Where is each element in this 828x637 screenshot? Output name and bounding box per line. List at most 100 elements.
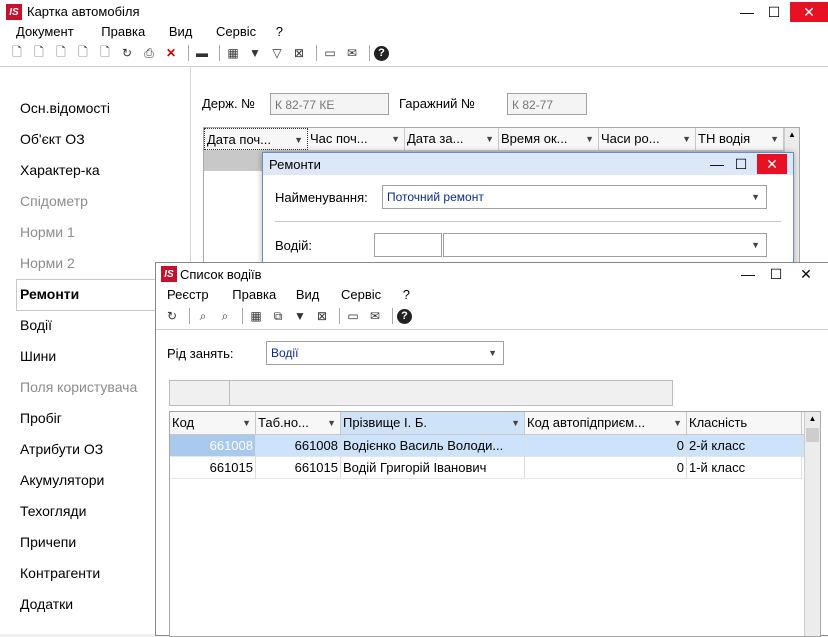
sidebar-item-repairs[interactable]: Ремонти (20, 286, 79, 302)
menu-edit[interactable]: Правка (232, 287, 276, 302)
menu-document[interactable]: Документ (16, 24, 74, 39)
sidebar-item-inspections[interactable]: Техогляди (20, 503, 86, 519)
minimize-button[interactable]: — (733, 2, 761, 22)
table-icon[interactable]: ▦ (247, 307, 265, 325)
col-start-time[interactable]: Час поч... ▼ (308, 128, 405, 150)
occupation-label: Рід занять: (167, 346, 234, 361)
clear-filter-icon[interactable]: ⊠ (313, 307, 331, 325)
mail-icon[interactable]: ✉ (366, 307, 384, 325)
col-driver-tn[interactable]: ТН водія ▼ (696, 128, 784, 150)
sidebar-item-tires[interactable]: Шини (20, 348, 56, 364)
search-next-icon[interactable]: ⌕ (216, 307, 234, 325)
maximize-button[interactable]: ☐ (760, 2, 788, 22)
repairs-close-button[interactable]: ✕ (757, 154, 787, 174)
table-icon[interactable]: ▦ (224, 44, 242, 62)
sidebar-item-speedometer[interactable]: Спідометр (20, 193, 88, 209)
drivers-grid-scrollbar[interactable]: ▲ (804, 412, 820, 636)
help-icon[interactable]: ? (374, 45, 389, 61)
col-full-name[interactable]: Прізвище І. Б. ▼ (341, 412, 525, 434)
col-start-date[interactable]: Дата поч... ▼ (204, 128, 308, 150)
search-code-field[interactable] (169, 380, 230, 406)
state-number-field[interactable]: К 82-77 КЕ (270, 93, 389, 115)
repairs-divider (275, 221, 781, 222)
occupation-select-value: Водії (271, 346, 299, 360)
menu-service[interactable]: Сервіс (216, 24, 256, 39)
menu-edit[interactable]: Правка (101, 24, 145, 39)
garage-number-field[interactable]: К 82-77 (507, 93, 587, 115)
sidebar-item-user-fields[interactable]: Поля користувача (20, 379, 137, 395)
delete-doc-icon[interactable]: 🗋 (52, 44, 70, 62)
calculator-icon[interactable]: ▭ (344, 307, 362, 325)
scroll-thumb[interactable] (806, 428, 819, 442)
search-text-field[interactable] (229, 380, 673, 406)
drivers-minimize-button[interactable]: — (734, 264, 762, 284)
drivers-title-bar: IS Список водіїв — ☐ ✕ (156, 263, 828, 285)
drivers-grid-header: Код ▼ Таб.но... ▼ Прізвище І. Б. ▼ Код авто… (170, 412, 820, 435)
scroll-up-icon[interactable]: ▲ (785, 128, 799, 142)
main-title-bar: IS Картка автомобіля — ☐ ✕ (0, 0, 828, 24)
drivers-close-button[interactable]: ✕ (792, 264, 820, 284)
repairs-grid-header: Дата поч... ▼ Час поч... ▼ Дата за... ▼ Вре… (204, 128, 799, 151)
sidebar-item-norms-2[interactable]: Норми 2 (20, 255, 75, 271)
sidebar-item-batteries[interactable]: Акумулятори (20, 472, 104, 488)
doc-up-icon[interactable]: 🗋 (74, 44, 92, 62)
refresh-icon[interactable]: ↻ (118, 44, 136, 62)
scroll-up-icon[interactable]: ▲ (805, 412, 820, 426)
help-icon[interactable]: ? (397, 308, 412, 324)
mail-icon[interactable]: ✉ (343, 44, 361, 62)
new-copy-icon[interactable]: 🗋 (30, 44, 48, 62)
doc-down-icon[interactable]: 🗋 (96, 44, 114, 62)
driver-code-field[interactable] (374, 233, 442, 257)
menu-registry[interactable]: Реєстр (167, 287, 209, 302)
delete-icon[interactable]: ✕ (162, 44, 180, 62)
close-button[interactable]: ✕ (790, 2, 828, 22)
menu-help[interactable]: ? (403, 287, 410, 302)
calculator-icon[interactable]: ▭ (321, 44, 339, 62)
occupation-select[interactable]: Водії ▼ (266, 341, 504, 365)
monitor-icon[interactable]: ▬ (193, 44, 211, 62)
menu-view[interactable]: Вид (296, 287, 320, 302)
table-row[interactable]: 661008 661008 Водієнко Василь Володи... … (170, 435, 820, 457)
drivers-menu-bar: Реєстр Правка Вид Сервіс ? (167, 287, 428, 302)
name-select[interactable]: Поточний ремонт ▼ (382, 185, 767, 209)
sidebar-item-main-info[interactable]: Осн.відомості (20, 100, 110, 116)
new-document-icon[interactable]: 🗋 (8, 44, 26, 62)
sort-arrow-icon: ▼ (391, 134, 400, 144)
sidebar-item-mileage[interactable]: Пробіг (20, 410, 62, 426)
sort-filter-icon[interactable]: ▽ (268, 44, 286, 62)
sidebar-item-characteristics[interactable]: Характер-ка (20, 162, 100, 178)
menu-view[interactable]: Вид (169, 24, 193, 39)
repairs-title-bar: Ремонти — ☐ ✕ (263, 153, 793, 175)
print-icon[interactable]: ⎙ (140, 44, 158, 62)
sidebar-item-norms-1[interactable]: Норми 1 (20, 224, 75, 240)
col-end-time[interactable]: Время ок... ▼ (499, 128, 599, 150)
toolbar-separator (189, 308, 190, 324)
refresh-icon[interactable]: ↻ (163, 307, 181, 325)
col-enterprise-code[interactable]: Код автопідприєм... ▼ (525, 412, 687, 434)
driver-name-select[interactable]: ▼ (443, 233, 767, 257)
sidebar-item-drivers[interactable]: Водії (20, 317, 52, 333)
col-work-hours[interactable]: Часи ро... ▼ (599, 128, 696, 150)
sidebar-item-contractors[interactable]: Контрагенти (20, 565, 100, 581)
menu-service[interactable]: Сервіс (341, 287, 381, 302)
sidebar-item-os-object[interactable]: Об'єкт ОЗ (20, 131, 85, 147)
drivers-grid: Код ▼ Таб.но... ▼ Прізвище І. Б. ▼ Код авто… (169, 411, 821, 637)
col-class[interactable]: Класність (687, 412, 802, 434)
repairs-maximize-button[interactable]: ☐ (727, 154, 755, 174)
main-menu-bar: Документ Правка Вид Сервіс ? (16, 24, 301, 40)
clear-filter-icon[interactable]: ⊠ (290, 44, 308, 62)
sidebar-item-trailers[interactable]: Причепи (20, 534, 76, 550)
col-end-date[interactable]: Дата за... ▼ (405, 128, 499, 150)
drivers-maximize-button[interactable]: ☐ (762, 264, 790, 284)
filter-icon[interactable]: ▼ (246, 44, 264, 62)
copy-icon[interactable]: ⧉ (269, 307, 287, 325)
sidebar-item-os-attributes[interactable]: Атрибути ОЗ (20, 441, 103, 457)
col-code[interactable]: Код ▼ (170, 412, 256, 434)
search-icon[interactable]: ⌕ (194, 307, 212, 325)
filter-icon[interactable]: ▼ (291, 307, 309, 325)
menu-help[interactable]: ? (276, 24, 283, 39)
sidebar-item-appendices[interactable]: Додатки (20, 596, 73, 612)
col-tab-number[interactable]: Таб.но... ▼ (256, 412, 341, 434)
table-row[interactable]: 661015 661015 Водій Григорій Іванович 0 … (170, 457, 820, 479)
garage-number-label: Гаражний № (399, 96, 475, 111)
